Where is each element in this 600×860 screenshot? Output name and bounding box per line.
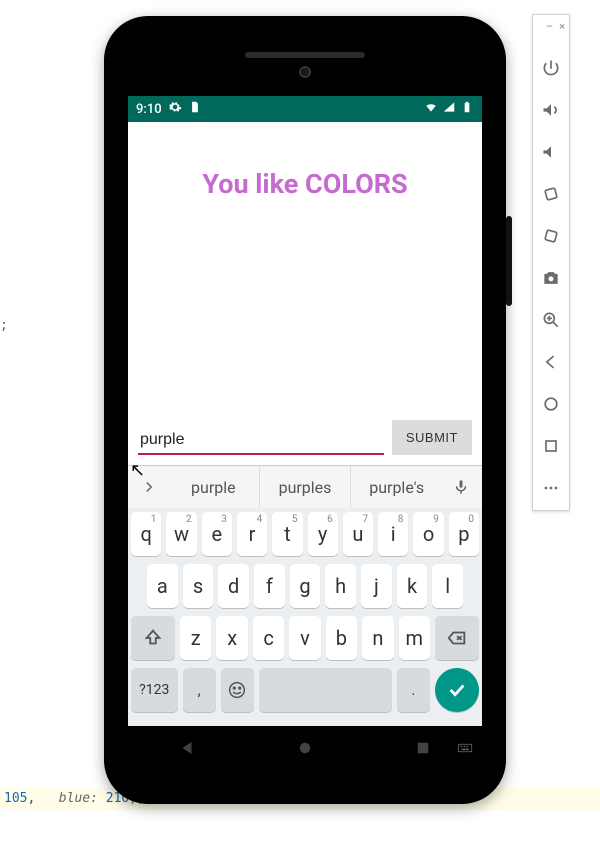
close-icon[interactable]: × bbox=[559, 21, 565, 32]
suggestion-3[interactable]: purple's bbox=[350, 466, 442, 508]
minimize-icon[interactable]: – bbox=[546, 21, 553, 32]
zoom-in-icon[interactable] bbox=[539, 308, 563, 332]
emoji-key[interactable] bbox=[221, 668, 254, 712]
key-z[interactable]: z bbox=[180, 616, 211, 660]
key-row-2: asdfghjkl bbox=[131, 564, 479, 608]
rotate-right-icon[interactable] bbox=[539, 224, 563, 248]
key-row-3: zxcvbnm bbox=[131, 616, 479, 660]
key-u[interactable]: u7 bbox=[343, 512, 373, 556]
suggestion-bar: purple purples purple's bbox=[128, 466, 482, 508]
input-row: SUBMIT bbox=[128, 420, 482, 465]
key-k[interactable]: k bbox=[397, 564, 428, 608]
key-c[interactable]: c bbox=[253, 616, 284, 660]
key-q[interactable]: q1 bbox=[131, 512, 161, 556]
key-h[interactable]: h bbox=[325, 564, 356, 608]
status-clock: 9:10 bbox=[136, 102, 162, 117]
key-r[interactable]: r4 bbox=[237, 512, 267, 556]
nav-back-icon[interactable] bbox=[178, 739, 196, 761]
key-e[interactable]: e3 bbox=[202, 512, 232, 556]
key-b[interactable]: b bbox=[326, 616, 357, 660]
key-row-4: ?123 , . bbox=[131, 668, 479, 712]
key-y[interactable]: y6 bbox=[308, 512, 338, 556]
volume-down-icon[interactable] bbox=[539, 140, 563, 164]
emulator-toolbar: – × bbox=[532, 14, 570, 511]
key-row-1: q1w2e3r4t5y6u7i8o9p0 bbox=[131, 512, 479, 556]
phone-frame: 9:10 bbox=[104, 16, 506, 804]
key-j[interactable]: j bbox=[361, 564, 392, 608]
device-screen: 9:10 bbox=[128, 96, 482, 726]
gear-icon bbox=[168, 100, 182, 118]
sim-icon bbox=[188, 100, 202, 118]
suggestion-1[interactable]: purple bbox=[168, 466, 259, 508]
volume-up-icon[interactable] bbox=[539, 98, 563, 122]
key-m[interactable]: m bbox=[399, 616, 430, 660]
device-nav-bar bbox=[128, 730, 482, 770]
chevron-right-icon[interactable] bbox=[134, 472, 164, 502]
key-t[interactable]: t5 bbox=[272, 512, 302, 556]
submit-button[interactable]: SUBMIT bbox=[392, 420, 472, 455]
power-icon[interactable] bbox=[539, 56, 563, 80]
key-d[interactable]: d bbox=[218, 564, 249, 608]
key-w[interactable]: w2 bbox=[166, 512, 196, 556]
editor-bg-line-1: ; bbox=[0, 318, 8, 333]
color-input[interactable] bbox=[138, 427, 384, 455]
enter-key[interactable] bbox=[435, 668, 479, 712]
cellular-icon bbox=[442, 100, 456, 118]
key-g[interactable]: g bbox=[290, 564, 321, 608]
key-s[interactable]: s bbox=[183, 564, 214, 608]
key-l[interactable]: l bbox=[432, 564, 463, 608]
soft-keyboard: purple purples purple's q1w2e3r4t5y6u7i8… bbox=[128, 465, 482, 726]
mic-icon[interactable] bbox=[446, 472, 476, 502]
more-icon[interactable] bbox=[539, 476, 563, 500]
speaker-grille bbox=[245, 52, 365, 58]
status-bar: 9:10 bbox=[128, 96, 482, 122]
camera-icon[interactable] bbox=[539, 266, 563, 290]
backspace-key[interactable] bbox=[435, 616, 479, 660]
emulator-window-buttons: – × bbox=[533, 21, 569, 36]
front-camera bbox=[299, 66, 311, 78]
key-n[interactable]: n bbox=[362, 616, 393, 660]
key-i[interactable]: i8 bbox=[378, 512, 408, 556]
rotate-left-icon[interactable] bbox=[539, 182, 563, 206]
nav-keyboard-icon[interactable] bbox=[456, 739, 474, 761]
recents-icon[interactable] bbox=[539, 434, 563, 458]
nav-home-icon[interactable] bbox=[296, 739, 314, 761]
nav-recents-icon[interactable] bbox=[414, 739, 432, 761]
space-key[interactable] bbox=[259, 668, 392, 712]
battery-icon bbox=[460, 100, 474, 118]
key-p[interactable]: p0 bbox=[449, 512, 479, 556]
key-x[interactable]: x bbox=[216, 616, 247, 660]
key-a[interactable]: a bbox=[147, 564, 178, 608]
wifi-icon bbox=[424, 100, 438, 118]
shift-key[interactable] bbox=[131, 616, 175, 660]
back-icon[interactable] bbox=[539, 350, 563, 374]
home-icon[interactable] bbox=[539, 392, 563, 416]
headline-text: You like COLORS bbox=[128, 168, 482, 200]
period-key[interactable]: . bbox=[397, 668, 430, 712]
key-o[interactable]: o9 bbox=[413, 512, 443, 556]
app-content: You like COLORS SUBMIT bbox=[128, 122, 482, 465]
key-v[interactable]: v bbox=[289, 616, 320, 660]
comma-key[interactable]: , bbox=[183, 668, 216, 712]
key-f[interactable]: f bbox=[254, 564, 285, 608]
suggestion-2[interactable]: purples bbox=[259, 466, 351, 508]
symbols-key[interactable]: ?123 bbox=[131, 668, 178, 712]
